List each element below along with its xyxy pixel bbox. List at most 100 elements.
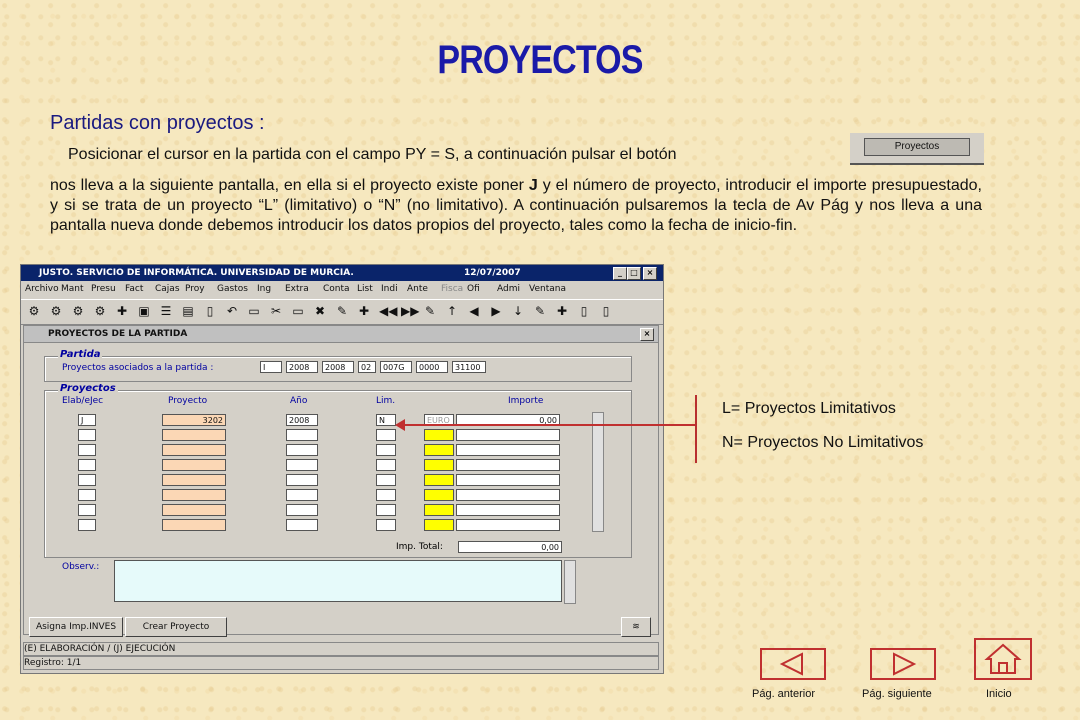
close-button[interactable]: × (643, 267, 657, 280)
partida-field[interactable]: 2008 (286, 361, 318, 373)
partida-field[interactable]: 007G (380, 361, 412, 373)
menu-item[interactable]: Cajas (155, 284, 180, 294)
toolbar-icon[interactable]: ▣ (137, 304, 151, 318)
table-cell-anio[interactable] (286, 444, 318, 456)
toolbar-icon[interactable]: ↶ (225, 304, 239, 318)
table-cell-moneda[interactable] (424, 489, 454, 501)
table-cell-proyecto[interactable]: 3202 (162, 414, 226, 426)
menu-item[interactable]: Admi (497, 284, 520, 294)
menu-item[interactable]: Ing (257, 284, 271, 294)
table-cell-lim[interactable] (376, 474, 396, 486)
table-cell-elab[interactable] (78, 504, 96, 516)
table-cell-moneda[interactable] (424, 504, 454, 516)
observ-scrollbar[interactable] (564, 560, 576, 604)
table-cell-lim[interactable] (376, 519, 396, 531)
partida-field[interactable]: 0000 (416, 361, 448, 373)
toolbar-icon[interactable]: ◀◀ (379, 304, 397, 318)
toolbar-icon[interactable]: ◀ (467, 304, 481, 318)
table-cell-anio[interactable] (286, 474, 318, 486)
next-page-button[interactable] (870, 648, 936, 680)
toolbar-icon[interactable]: ⚙ (93, 304, 107, 318)
table-cell-anio[interactable] (286, 489, 318, 501)
toolbar-icon[interactable]: ✂ (269, 304, 283, 318)
menu-item[interactable]: Presu (91, 284, 116, 294)
table-cell-proyecto[interactable] (162, 489, 226, 501)
toolbar-icon[interactable]: ✖ (313, 304, 327, 318)
minimize-button[interactable]: _ (613, 267, 627, 280)
table-cell-proyecto[interactable] (162, 444, 226, 456)
action-icon[interactable]: ≋ (621, 617, 651, 637)
observ-field[interactable] (114, 560, 562, 602)
menu-item[interactable]: Ante (407, 284, 428, 294)
crear-proyecto-button[interactable]: Crear Proyecto (125, 617, 227, 637)
toolbar-icon[interactable]: ☰ (159, 304, 173, 318)
next-page-label[interactable]: Pág. siguiente (862, 688, 932, 700)
toolbar-icon[interactable]: ▭ (247, 304, 261, 318)
toolbar-icon[interactable]: ⚙ (49, 304, 63, 318)
home-label[interactable]: Inicio (986, 688, 1012, 700)
toolbar-icon[interactable]: ✚ (555, 304, 569, 318)
table-cell-moneda[interactable] (424, 444, 454, 456)
table-cell-elab[interactable] (78, 429, 96, 441)
table-cell-importe[interactable] (456, 429, 560, 441)
toolbar-icon[interactable]: ▤ (181, 304, 195, 318)
table-cell-lim[interactable] (376, 429, 396, 441)
table-cell-proyecto[interactable] (162, 459, 226, 471)
table-cell-elab[interactable] (78, 474, 96, 486)
partida-field[interactable]: 31100 (452, 361, 486, 373)
menu-item[interactable]: Proy (185, 284, 205, 294)
toolbar-icon[interactable]: ▯ (599, 304, 613, 318)
table-cell-elab[interactable] (78, 519, 96, 531)
prev-page-button[interactable] (760, 648, 826, 680)
partida-field[interactable]: I (260, 361, 282, 373)
toolbar-icon[interactable]: ⚙ (71, 304, 85, 318)
toolbar-icon[interactable]: ↓ (511, 304, 525, 318)
inner-close-button[interactable]: × (640, 328, 654, 341)
table-cell-lim[interactable] (376, 489, 396, 501)
table-cell-lim[interactable] (376, 459, 396, 471)
table-cell-anio[interactable] (286, 519, 318, 531)
table-cell-moneda[interactable] (424, 459, 454, 471)
table-cell-importe[interactable] (456, 489, 560, 501)
table-cell-elab[interactable]: J (78, 414, 96, 426)
toolbar-icon[interactable]: ↑ (445, 304, 459, 318)
table-cell-proyecto[interactable] (162, 519, 226, 531)
table-cell-elab[interactable] (78, 489, 96, 501)
imp-total-field[interactable]: 0,00 (458, 541, 562, 553)
partida-field[interactable]: 2008 (322, 361, 354, 373)
table-cell-anio[interactable] (286, 459, 318, 471)
menu-item[interactable]: Ventana (529, 284, 566, 294)
table-cell-elab[interactable] (78, 444, 96, 456)
toolbar-icon[interactable]: ✎ (335, 304, 349, 318)
maximize-button[interactable]: □ (627, 267, 641, 280)
menu-item[interactable]: List (357, 284, 373, 294)
table-cell-moneda[interactable] (424, 429, 454, 441)
table-cell-proyecto[interactable] (162, 504, 226, 516)
table-cell-proyecto[interactable] (162, 474, 226, 486)
toolbar-icon[interactable]: ✚ (115, 304, 129, 318)
menu-item[interactable]: Conta (323, 284, 350, 294)
toolbar-icon[interactable]: ⚙ (27, 304, 41, 318)
toolbar-icon[interactable]: ✎ (533, 304, 547, 318)
table-cell-anio[interactable]: 2008 (286, 414, 318, 426)
table-cell-importe[interactable] (456, 519, 560, 531)
toolbar-icon[interactable]: ▶ (489, 304, 503, 318)
toolbar-icon[interactable]: ▭ (291, 304, 305, 318)
toolbar-icon[interactable]: ▯ (203, 304, 217, 318)
menu-item[interactable]: Fact (125, 284, 143, 294)
partida-field[interactable]: 02 (358, 361, 376, 373)
toolbar-icon[interactable]: ✎ (423, 304, 437, 318)
toolbar-icon[interactable]: ▯ (577, 304, 591, 318)
table-cell-lim[interactable]: N (376, 414, 396, 426)
menu-item[interactable]: Mant (61, 284, 84, 294)
menu-item[interactable]: Gastos (217, 284, 248, 294)
table-cell-elab[interactable] (78, 459, 96, 471)
table-cell-anio[interactable] (286, 429, 318, 441)
toolbar-icon[interactable]: ▶▶ (401, 304, 419, 318)
table-cell-moneda[interactable] (424, 474, 454, 486)
home-button[interactable] (974, 638, 1032, 680)
prev-page-label[interactable]: Pág. anterior (752, 688, 815, 700)
menu-item[interactable]: Fisca (441, 284, 463, 294)
table-cell-importe[interactable] (456, 444, 560, 456)
table-cell-importe[interactable] (456, 459, 560, 471)
